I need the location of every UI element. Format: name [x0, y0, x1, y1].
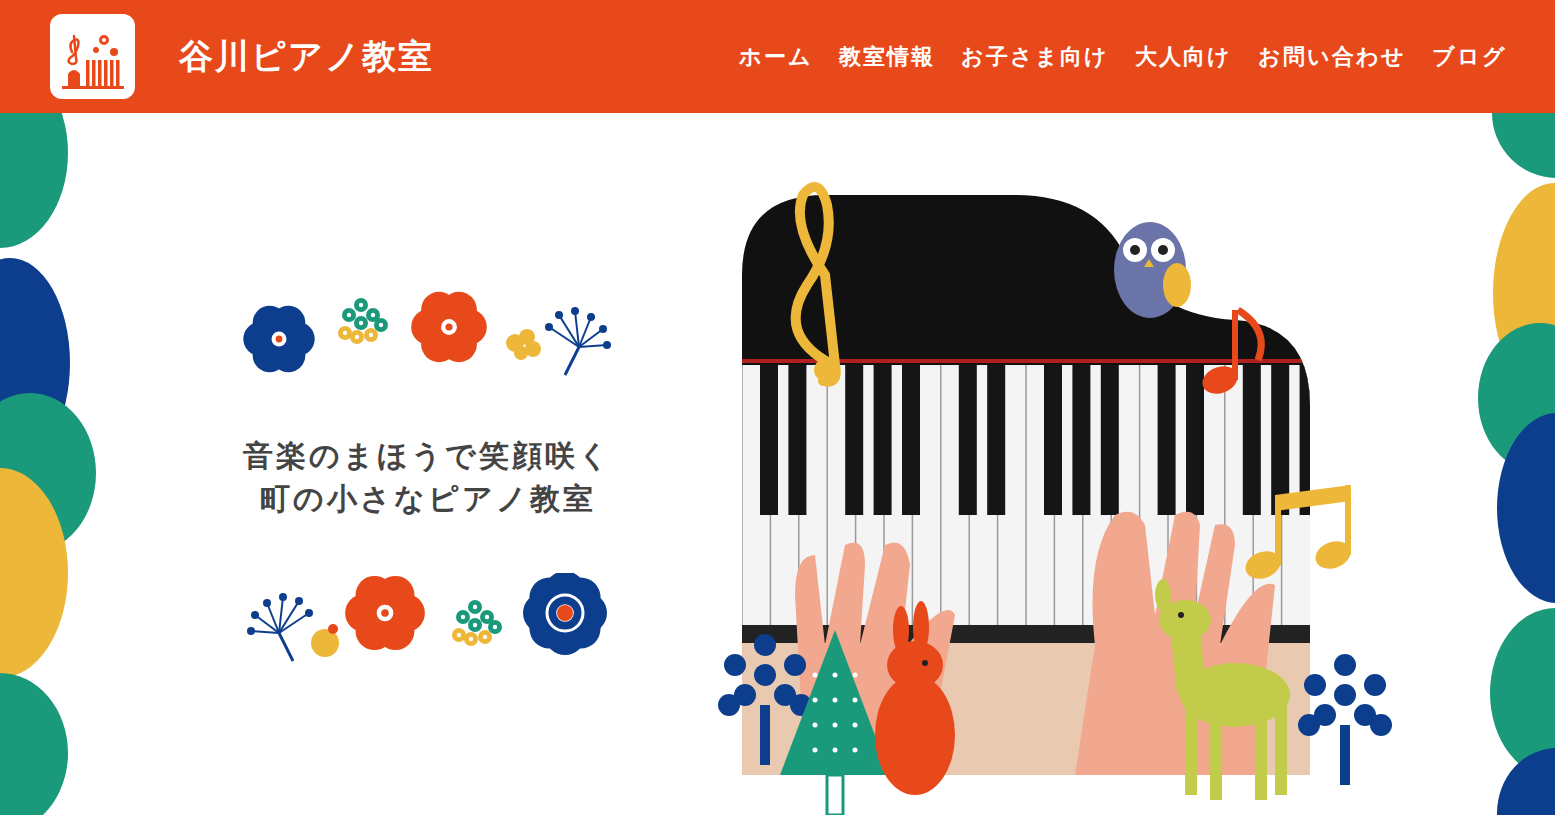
navy-scalloped-flower-icon — [523, 573, 607, 655]
left-decoration-icon — [0, 113, 100, 815]
navy-flower-icon — [523, 573, 607, 655]
flower-cluster-icon — [452, 600, 502, 646]
flower-row-icon — [243, 573, 613, 668]
site-header: 谷川ピアノ教室 ホーム教室情報お子さま向け大人向けお問い合わせブログ — [0, 0, 1555, 113]
flower-cluster-icon — [338, 298, 388, 344]
flower-row-icon — [243, 287, 613, 382]
tagline-line: 町の小さなピアノ教室 — [243, 477, 612, 521]
double-note-icon — [1242, 485, 1355, 583]
site-title[interactable]: 谷川ピアノ教室 — [179, 34, 434, 80]
orange-flower-icon — [411, 291, 487, 361]
navy-flower-icon — [243, 305, 314, 371]
piano-picture — [715, 175, 1395, 815]
navy-sprig-icon — [545, 307, 611, 375]
tagline-line: 音楽のまほうで笑顔咲く — [243, 434, 612, 478]
logo-icon[interactable] — [50, 14, 135, 99]
nav-link[interactable]: 教室情報 — [839, 42, 935, 72]
orange-flower-icon — [345, 575, 425, 649]
yellow-bud-icon — [311, 624, 339, 657]
hero-picture — [715, 113, 1395, 815]
brand[interactable]: 谷川ピアノ教室 — [50, 14, 434, 99]
nav-link[interactable]: ホーム — [739, 42, 813, 72]
deer-icon — [1155, 579, 1290, 800]
main-nav: ホーム教室情報お子さま向け大人向けお問い合わせブログ — [739, 42, 1507, 72]
hero-text: 音楽のまほうで笑顔咲く町の小さなピアノ教室 — [100, 113, 715, 815]
hero-content: 音楽のまほうで笑顔咲く町の小さなピアノ教室 — [100, 113, 1465, 815]
green-tree-icon — [780, 630, 890, 815]
rabbit-icon — [875, 601, 955, 795]
music-note-icon — [1199, 310, 1262, 398]
right-decoration-icon — [1465, 113, 1555, 815]
piano-photo — [715, 175, 1395, 815]
treble-clef-icon — [796, 187, 836, 382]
navy-sprig-icon — [247, 593, 313, 661]
page: 谷川ピアノ教室 ホーム教室情報お子さま向け大人向けお問い合わせブログ音楽のまほうで… — [0, 0, 1555, 815]
nav-link[interactable]: お子さま向け — [961, 42, 1109, 72]
hero: 音楽のまほうで笑顔咲く町の小さなピアノ教室 — [0, 113, 1555, 815]
nav-link[interactable]: 大人向け — [1135, 42, 1232, 72]
navy-tree-icon — [1298, 654, 1392, 785]
nav-link[interactable]: ブログ — [1432, 42, 1507, 72]
small-yellow-flower-icon — [506, 329, 541, 360]
tagline: 音楽のまほうで笑顔咲く町の小さなピアノ教室 — [243, 434, 612, 521]
owl-icon — [1114, 222, 1191, 318]
nav-link[interactable]: お問い合わせ — [1258, 42, 1406, 72]
